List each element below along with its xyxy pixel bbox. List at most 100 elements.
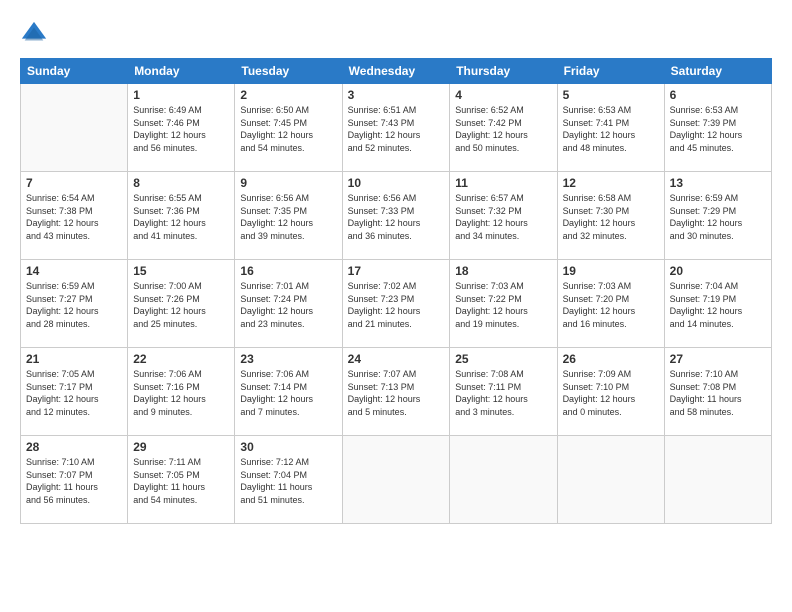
calendar-cell: 10 Sunrise: 6:56 AM Sunset: 7:33 PM Dayli…	[342, 172, 450, 260]
weekday-header-monday: Monday	[128, 59, 235, 84]
day-info: Sunrise: 6:53 AM Sunset: 7:41 PM Dayligh…	[563, 104, 659, 154]
week-row-1: 7 Sunrise: 6:54 AM Sunset: 7:38 PM Daylig…	[21, 172, 772, 260]
calendar-cell	[21, 84, 128, 172]
day-info: Sunrise: 7:07 AM Sunset: 7:13 PM Dayligh…	[348, 368, 445, 418]
day-number: 5	[563, 88, 659, 102]
day-info: Sunrise: 7:01 AM Sunset: 7:24 PM Dayligh…	[240, 280, 336, 330]
page: SundayMondayTuesdayWednesdayThursdayFrid…	[0, 0, 792, 612]
calendar-cell: 21Sunrise: 7:05 AM Sunset: 7:17 PM Dayli…	[21, 348, 128, 436]
day-number: 6	[670, 88, 766, 102]
calendar-cell: 6 Sunrise: 6:53 AM Sunset: 7:39 PM Daylig…	[664, 84, 771, 172]
week-row-3: 21Sunrise: 7:05 AM Sunset: 7:17 PM Dayli…	[21, 348, 772, 436]
day-number: 22	[133, 352, 229, 366]
calendar-cell: 17 Sunrise: 7:02 AM Sunset: 7:23 PM Dayli…	[342, 260, 450, 348]
calendar-cell: 24 Sunrise: 7:07 AM Sunset: 7:13 PM Dayli…	[342, 348, 450, 436]
week-row-4: 28 Sunrise: 7:10 AM Sunset: 7:07 PM Dayli…	[21, 436, 772, 524]
calendar-cell: 3 Sunrise: 6:51 AM Sunset: 7:43 PM Daylig…	[342, 84, 450, 172]
calendar-cell	[342, 436, 450, 524]
day-info: Sunrise: 7:11 AM Sunset: 7:05 PM Dayligh…	[133, 456, 229, 506]
day-number: 26	[563, 352, 659, 366]
day-info: Sunrise: 6:54 AM Sunset: 7:38 PM Dayligh…	[26, 192, 122, 242]
week-row-2: 14 Sunrise: 6:59 AM Sunset: 7:27 PM Dayli…	[21, 260, 772, 348]
day-number: 10	[348, 176, 445, 190]
day-info: Sunrise: 7:03 AM Sunset: 7:20 PM Dayligh…	[563, 280, 659, 330]
weekday-header-thursday: Thursday	[450, 59, 557, 84]
day-number: 23	[240, 352, 336, 366]
calendar-table: SundayMondayTuesdayWednesdayThursdayFrid…	[20, 58, 772, 524]
day-number: 29	[133, 440, 229, 454]
calendar-cell: 26 Sunrise: 7:09 AM Sunset: 7:10 PM Dayli…	[557, 348, 664, 436]
day-number: 7	[26, 176, 122, 190]
calendar-cell: 22 Sunrise: 7:06 AM Sunset: 7:16 PM Dayli…	[128, 348, 235, 436]
calendar-cell	[664, 436, 771, 524]
calendar-cell: 4Sunrise: 6:52 AM Sunset: 7:42 PM Daylig…	[450, 84, 557, 172]
day-number: 20	[670, 264, 766, 278]
day-number: 15	[133, 264, 229, 278]
weekday-header-row: SundayMondayTuesdayWednesdayThursdayFrid…	[21, 59, 772, 84]
day-number: 8	[133, 176, 229, 190]
day-info: Sunrise: 7:10 AM Sunset: 7:07 PM Dayligh…	[26, 456, 122, 506]
day-info: Sunrise: 6:53 AM Sunset: 7:39 PM Dayligh…	[670, 104, 766, 154]
header	[20, 16, 772, 48]
calendar-cell: 7 Sunrise: 6:54 AM Sunset: 7:38 PM Daylig…	[21, 172, 128, 260]
calendar-cell: 19 Sunrise: 7:03 AM Sunset: 7:20 PM Dayli…	[557, 260, 664, 348]
calendar-cell: 9 Sunrise: 6:56 AM Sunset: 7:35 PM Daylig…	[235, 172, 342, 260]
day-info: Sunrise: 7:00 AM Sunset: 7:26 PM Dayligh…	[133, 280, 229, 330]
day-number: 18	[455, 264, 551, 278]
day-number: 24	[348, 352, 445, 366]
day-info: Sunrise: 7:02 AM Sunset: 7:23 PM Dayligh…	[348, 280, 445, 330]
day-info: Sunrise: 6:49 AM Sunset: 7:46 PM Dayligh…	[133, 104, 229, 154]
calendar-cell: 15 Sunrise: 7:00 AM Sunset: 7:26 PM Dayli…	[128, 260, 235, 348]
day-number: 21	[26, 352, 122, 366]
logo	[20, 20, 52, 48]
calendar-cell: 11 Sunrise: 6:57 AM Sunset: 7:32 PM Dayli…	[450, 172, 557, 260]
calendar-cell: 28 Sunrise: 7:10 AM Sunset: 7:07 PM Dayli…	[21, 436, 128, 524]
day-info: Sunrise: 6:59 AM Sunset: 7:27 PM Dayligh…	[26, 280, 122, 330]
day-number: 2	[240, 88, 336, 102]
calendar-cell: 5 Sunrise: 6:53 AM Sunset: 7:41 PM Daylig…	[557, 84, 664, 172]
weekday-header-saturday: Saturday	[664, 59, 771, 84]
weekday-header-sunday: Sunday	[21, 59, 128, 84]
day-info: Sunrise: 6:59 AM Sunset: 7:29 PM Dayligh…	[670, 192, 766, 242]
day-info: Sunrise: 7:09 AM Sunset: 7:10 PM Dayligh…	[563, 368, 659, 418]
day-number: 9	[240, 176, 336, 190]
calendar-cell: 23Sunrise: 7:06 AM Sunset: 7:14 PM Dayli…	[235, 348, 342, 436]
calendar-cell	[450, 436, 557, 524]
day-number: 25	[455, 352, 551, 366]
weekday-header-wednesday: Wednesday	[342, 59, 450, 84]
calendar-cell: 2Sunrise: 6:50 AM Sunset: 7:45 PM Daylig…	[235, 84, 342, 172]
calendar-cell: 13 Sunrise: 6:59 AM Sunset: 7:29 PM Dayli…	[664, 172, 771, 260]
calendar-cell: 8 Sunrise: 6:55 AM Sunset: 7:36 PM Daylig…	[128, 172, 235, 260]
day-number: 30	[240, 440, 336, 454]
day-info: Sunrise: 6:58 AM Sunset: 7:30 PM Dayligh…	[563, 192, 659, 242]
day-number: 19	[563, 264, 659, 278]
day-info: Sunrise: 7:10 AM Sunset: 7:08 PM Dayligh…	[670, 368, 766, 418]
calendar-cell: 25 Sunrise: 7:08 AM Sunset: 7:11 PM Dayli…	[450, 348, 557, 436]
day-number: 13	[670, 176, 766, 190]
day-number: 14	[26, 264, 122, 278]
day-info: Sunrise: 7:06 AM Sunset: 7:16 PM Dayligh…	[133, 368, 229, 418]
day-info: Sunrise: 6:51 AM Sunset: 7:43 PM Dayligh…	[348, 104, 445, 154]
day-info: Sunrise: 7:08 AM Sunset: 7:11 PM Dayligh…	[455, 368, 551, 418]
day-info: Sunrise: 7:03 AM Sunset: 7:22 PM Dayligh…	[455, 280, 551, 330]
weekday-header-tuesday: Tuesday	[235, 59, 342, 84]
weekday-header-friday: Friday	[557, 59, 664, 84]
day-info: Sunrise: 6:56 AM Sunset: 7:33 PM Dayligh…	[348, 192, 445, 242]
calendar-cell: 18 Sunrise: 7:03 AM Sunset: 7:22 PM Dayli…	[450, 260, 557, 348]
day-number: 17	[348, 264, 445, 278]
calendar-cell: 27Sunrise: 7:10 AM Sunset: 7:08 PM Dayli…	[664, 348, 771, 436]
day-info: Sunrise: 6:56 AM Sunset: 7:35 PM Dayligh…	[240, 192, 336, 242]
day-info: Sunrise: 6:57 AM Sunset: 7:32 PM Dayligh…	[455, 192, 551, 242]
calendar-cell: 12 Sunrise: 6:58 AM Sunset: 7:30 PM Dayli…	[557, 172, 664, 260]
calendar-cell: 29 Sunrise: 7:11 AM Sunset: 7:05 PM Dayli…	[128, 436, 235, 524]
day-number: 1	[133, 88, 229, 102]
day-info: Sunrise: 7:12 AM Sunset: 7:04 PM Dayligh…	[240, 456, 336, 506]
logo-icon	[20, 20, 48, 48]
day-number: 12	[563, 176, 659, 190]
day-number: 3	[348, 88, 445, 102]
day-number: 11	[455, 176, 551, 190]
day-number: 16	[240, 264, 336, 278]
day-info: Sunrise: 6:55 AM Sunset: 7:36 PM Dayligh…	[133, 192, 229, 242]
day-number: 28	[26, 440, 122, 454]
calendar-cell: 16 Sunrise: 7:01 AM Sunset: 7:24 PM Dayli…	[235, 260, 342, 348]
